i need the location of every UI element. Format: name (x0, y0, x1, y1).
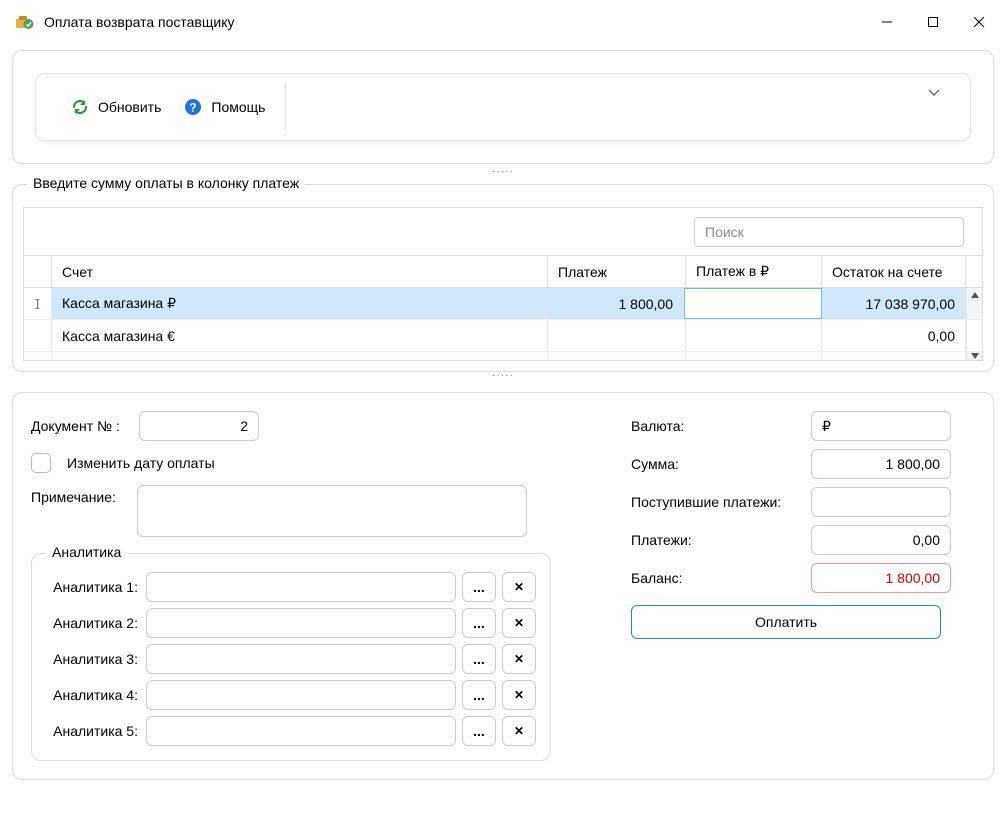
accounts-section-title: Введите сумму оплаты в колонку платеж (27, 175, 305, 191)
analytics-input[interactable] (146, 644, 456, 674)
analytics-browse-button[interactable]: ... (462, 572, 496, 602)
balance-label: Баланс: (631, 570, 801, 586)
currency-input[interactable] (811, 411, 951, 441)
cell-payment[interactable] (548, 320, 686, 351)
analytics-row: Аналитика 1: ... ✕ (46, 572, 536, 602)
minimize-button[interactable] (864, 6, 910, 38)
app-icon (14, 12, 34, 32)
row-icon (24, 320, 52, 351)
cell-payment-rub[interactable] (685, 289, 821, 318)
help-icon: ? (183, 97, 203, 117)
analytics-clear-button[interactable]: ✕ (502, 716, 536, 746)
analytics-group: Аналитика Аналитика 1: ... ✕ Аналитика 2… (31, 553, 551, 761)
doc-number-label: Документ № : (31, 418, 131, 434)
analytics-title: Аналитика (46, 544, 127, 560)
analytics-browse-button[interactable]: ... (462, 716, 496, 746)
help-button[interactable]: ? Помощь (177, 93, 271, 121)
toolbar-separator (285, 84, 286, 130)
content-area: Обновить ? Помощь ····· (0, 44, 1006, 792)
currency-label: Валюта: (631, 418, 801, 434)
analytics-clear-button[interactable]: ✕ (502, 680, 536, 710)
svg-text:?: ? (190, 101, 197, 115)
received-label: Поступившие платежи: (631, 494, 801, 510)
sum-label: Сумма: (631, 456, 801, 472)
toolbar: Обновить ? Помощь (35, 73, 971, 141)
analytics-row: Аналитика 4: ... ✕ (46, 680, 536, 710)
form-panel: Документ № : Изменить дату оплаты Примеч… (12, 392, 994, 780)
analytics-input[interactable] (146, 716, 456, 746)
analytics-clear-button[interactable]: ✕ (502, 644, 536, 674)
analytics-clear-button[interactable]: ✕ (502, 572, 536, 602)
note-label: Примечание: (31, 485, 131, 505)
change-date-label: Изменить дату оплаты (67, 455, 215, 471)
analytics-browse-button[interactable]: ... (462, 680, 496, 710)
row-edit-icon (24, 288, 52, 319)
cell-account[interactable]: Касса магазина ₽ (52, 288, 546, 319)
analytics-label: Аналитика 5: (46, 723, 138, 739)
analytics-row: Аналитика 2: ... ✕ (46, 608, 536, 638)
scroll-down-icon[interactable] (971, 352, 979, 360)
toolbar-expand-button[interactable] (916, 74, 952, 110)
analytics-row: Аналитика 5: ... ✕ (46, 716, 536, 746)
payments-input[interactable] (811, 525, 951, 555)
grid-header-account[interactable]: Счет (52, 256, 548, 287)
payments-label: Платежи: (631, 532, 801, 548)
cell-account[interactable]: Касса магазина € (52, 320, 548, 351)
analytics-browse-button[interactable]: ... (462, 608, 496, 638)
titlebar: Оплата возврата поставщику (0, 0, 1006, 44)
scrollbar[interactable] (966, 288, 982, 319)
cell-payment-rub[interactable] (686, 320, 822, 351)
splitter-dots-2[interactable]: ····· (12, 372, 994, 384)
maximize-button[interactable] (910, 6, 956, 38)
refresh-button[interactable]: Обновить (64, 93, 167, 121)
accounts-section: Введите сумму оплаты в колонку платеж Сч… (12, 184, 994, 372)
pay-button[interactable]: Оплатить (631, 605, 941, 639)
accounts-grid: Счет Платеж Платеж в ₽ Остаток на счете … (23, 207, 983, 361)
balance-input[interactable] (811, 563, 951, 593)
grid-header: Счет Платеж Платеж в ₽ Остаток на счете (24, 256, 982, 288)
search-input[interactable] (694, 217, 964, 247)
form-left: Документ № : Изменить дату оплаты Примеч… (31, 411, 551, 761)
window-title: Оплата возврата поставщику (44, 14, 864, 30)
refresh-label: Обновить (98, 99, 161, 115)
grid-header-balance[interactable]: Остаток на счете (822, 256, 966, 287)
grid-body: Касса магазина ₽ 1 800,00 17 038 970,00 … (24, 288, 982, 360)
grid-header-scroll (966, 256, 982, 287)
doc-number-input[interactable] (139, 411, 259, 441)
grid-header-payment[interactable]: Платеж (548, 256, 686, 287)
grid-row[interactable]: Касса магазина € 0,00 (24, 320, 982, 352)
grid-row[interactable]: Касса магазина ₽ 1 800,00 17 038 970,00 (24, 288, 982, 320)
cell-payment[interactable]: 1 800,00 (546, 288, 684, 319)
received-input[interactable] (811, 487, 951, 517)
grid-header-payment-rub[interactable]: Платеж в ₽ (686, 256, 822, 287)
scroll-up-icon[interactable] (971, 288, 979, 302)
analytics-label: Аналитика 4: (46, 687, 138, 703)
analytics-browse-button[interactable]: ... (462, 644, 496, 674)
analytics-row: Аналитика 3: ... ✕ (46, 644, 536, 674)
close-button[interactable] (956, 6, 1002, 38)
help-label: Помощь (211, 99, 265, 115)
analytics-label: Аналитика 1: (46, 579, 138, 595)
analytics-input[interactable] (146, 572, 456, 602)
sum-input[interactable] (811, 449, 951, 479)
analytics-input[interactable] (146, 680, 456, 710)
form-right: Валюта: Сумма: Поступившие платежи: Плат… (631, 411, 975, 761)
grid-row-empty (24, 352, 982, 360)
grid-header-icon[interactable] (24, 256, 52, 287)
toolbar-panel: Обновить ? Помощь (12, 50, 994, 164)
change-date-checkbox[interactable] (31, 453, 51, 473)
cell-balance[interactable]: 0,00 (822, 320, 966, 351)
analytics-label: Аналитика 3: (46, 651, 138, 667)
analytics-label: Аналитика 2: (46, 615, 138, 631)
analytics-clear-button[interactable]: ✕ (502, 608, 536, 638)
cell-balance[interactable]: 17 038 970,00 (822, 288, 966, 319)
analytics-input[interactable] (146, 608, 456, 638)
refresh-icon (70, 97, 90, 117)
scrollbar[interactable] (966, 320, 982, 351)
grid-search-row (24, 208, 982, 256)
note-textarea[interactable] (137, 485, 527, 537)
